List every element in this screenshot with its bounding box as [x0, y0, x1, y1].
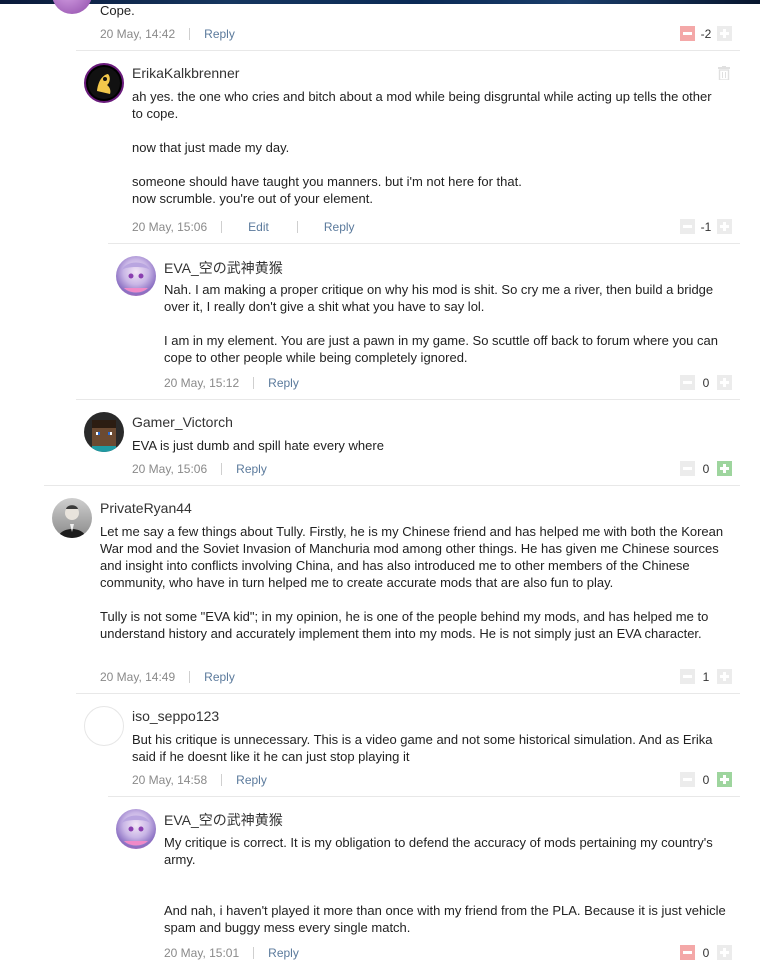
divider [189, 28, 191, 40]
comment-body: My critique is correct. It is my obligat… [164, 835, 726, 935]
vote-score: 0 [702, 772, 710, 787]
avatar[interactable] [116, 256, 156, 296]
divider [76, 399, 740, 400]
divider [108, 243, 740, 244]
comment-username[interactable]: PrivateRyan44 [100, 500, 192, 516]
vote-score: -1 [700, 219, 712, 234]
comment-body: Let me say a few things about Tully. Fir… [100, 524, 724, 641]
vote-widget: -2 [680, 26, 732, 41]
avatar[interactable] [52, 0, 92, 14]
reply-button[interactable]: Reply [204, 670, 235, 684]
upvote-button[interactable] [717, 26, 732, 41]
divider [44, 485, 740, 486]
avatar[interactable] [84, 412, 124, 452]
avatar-art-icon [92, 420, 116, 452]
comment-username[interactable]: iso_seppo123 [132, 708, 219, 724]
vote-score: -2 [700, 26, 712, 41]
comment-meta: 20 May, 14:42 Reply [100, 27, 235, 41]
reply-button[interactable]: Reply [268, 376, 299, 390]
downvote-button[interactable] [680, 375, 695, 390]
comment-meta: 20 May, 15:06 Edit Reply [132, 220, 355, 234]
divider [108, 796, 740, 797]
vote-widget: -1 [680, 219, 732, 234]
comment-meta: 20 May, 15:01 Reply [164, 946, 299, 960]
avatar-art-icon [122, 815, 150, 846]
upvote-button[interactable] [717, 461, 732, 476]
upvote-button[interactable] [717, 945, 732, 960]
comment-timestamp: 20 May, 15:01 [164, 946, 240, 960]
comment-username[interactable]: EVA_空の武神黄猴 [164, 258, 283, 278]
downvote-button[interactable] [680, 772, 695, 787]
comment-timestamp: 20 May, 14:49 [100, 670, 176, 684]
vote-score: 0 [702, 375, 710, 390]
divider [296, 221, 298, 233]
edit-button[interactable]: Edit [248, 220, 269, 234]
divider [76, 693, 740, 694]
vote-widget: 0 [680, 772, 732, 787]
comment-meta: 20 May, 14:58 Reply [132, 773, 267, 787]
comment-body: Cope. [100, 3, 135, 18]
comment-username[interactable]: EVA_空の武神黄猴 [164, 810, 283, 830]
comment-timestamp: 20 May, 15:06 [132, 462, 208, 476]
avatar-art-icon [122, 262, 150, 293]
comment-body: EVA is just dumb and spill hate every wh… [132, 438, 384, 453]
trash-icon[interactable] [718, 66, 730, 80]
avatar-art-icon [88, 67, 120, 99]
avatar[interactable] [116, 809, 156, 849]
comment-body: Nah. I am making a proper critique on wh… [164, 282, 718, 365]
divider [76, 50, 740, 51]
comment-body: But his critique is unnecessary. This is… [132, 732, 713, 764]
downvote-button[interactable] [680, 669, 695, 684]
upvote-button[interactable] [717, 375, 732, 390]
divider [221, 774, 223, 786]
vote-score: 0 [702, 945, 710, 960]
vote-widget: 0 [680, 375, 732, 390]
reply-button[interactable]: Reply [204, 27, 235, 41]
comment-body: ah yes. the one who cries and bitch abou… [132, 89, 712, 206]
avatar-art-icon [58, 505, 86, 538]
comment-username[interactable]: ErikaKalkbrenner [132, 65, 239, 81]
divider [189, 671, 191, 683]
reply-button[interactable]: Reply [324, 220, 355, 234]
vote-widget: 0 [680, 945, 732, 960]
reply-button[interactable]: Reply [236, 462, 267, 476]
comment-meta: 20 May, 15:12 Reply [164, 376, 299, 390]
downvote-button[interactable] [680, 461, 695, 476]
divider [253, 947, 255, 959]
upvote-button[interactable] [717, 219, 732, 234]
reply-button[interactable]: Reply [236, 773, 267, 787]
comment-timestamp: 20 May, 14:42 [100, 27, 176, 41]
vote-score: 0 [702, 461, 710, 476]
vote-widget: 0 [680, 461, 732, 476]
comment-timestamp: 20 May, 14:58 [132, 773, 208, 787]
downvote-button[interactable] [680, 26, 695, 41]
upvote-button[interactable] [717, 669, 732, 684]
downvote-button[interactable] [680, 219, 695, 234]
comment-timestamp: 20 May, 15:06 [132, 220, 208, 234]
comment-username[interactable]: Gamer_Victorch [132, 414, 233, 430]
reply-button[interactable]: Reply [268, 946, 299, 960]
divider [221, 221, 223, 233]
comment-meta: 20 May, 14:49 Reply [100, 670, 235, 684]
comment-meta: 20 May, 15:06 Reply [132, 462, 267, 476]
avatar[interactable] [52, 498, 92, 538]
upvote-button[interactable] [717, 772, 732, 787]
downvote-button[interactable] [680, 945, 695, 960]
divider [253, 377, 255, 389]
vote-widget: 1 [680, 669, 732, 684]
comment-timestamp: 20 May, 15:12 [164, 376, 240, 390]
avatar[interactable] [84, 63, 124, 103]
avatar[interactable] [84, 706, 124, 746]
vote-score: 1 [702, 669, 710, 684]
divider [221, 463, 223, 475]
